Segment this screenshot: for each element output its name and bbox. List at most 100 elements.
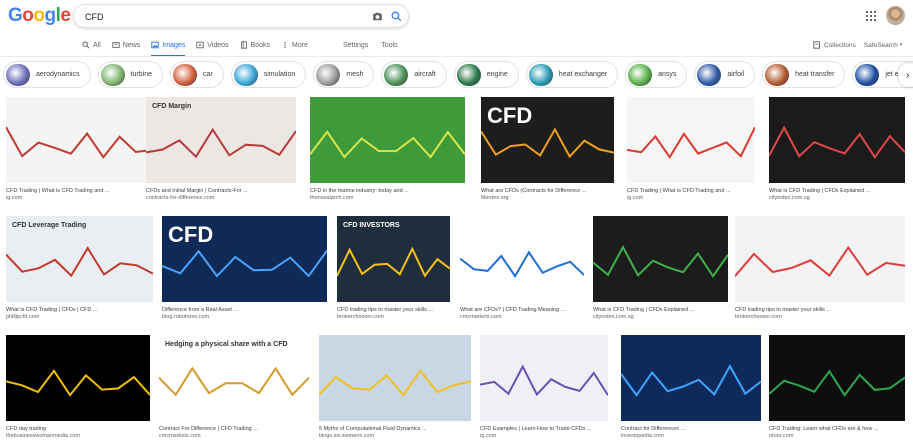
image-result[interactable]: What is CFD Trading | CFDs Explained ...… — [593, 216, 728, 320]
result-source[interactable]: brokerchooser.com — [735, 314, 905, 320]
result-thumbnail[interactable] — [769, 335, 905, 421]
image-result[interactable]: CFD What are CFDs (Contracts for Differen… — [481, 97, 614, 201]
chip-ansys[interactable]: ansys — [625, 61, 688, 88]
settings-link[interactable]: Settings — [343, 37, 368, 53]
image-result[interactable]: CFD INVESTORS CFD trading tips to master … — [337, 216, 450, 320]
result-thumbnail[interactable]: CFD — [481, 97, 614, 183]
chip-car[interactable]: car — [169, 61, 224, 88]
result-source[interactable]: ig.com — [6, 195, 152, 201]
chip-mesh[interactable]: mesh — [313, 61, 375, 88]
chip-heat-exchanger[interactable]: heat exchanger — [525, 61, 619, 88]
result-thumbnail[interactable] — [593, 216, 728, 302]
result-source[interactable]: fibertex.org — [481, 195, 614, 201]
image-result[interactable]: What is CFD Trading | CFDs Explained ...… — [769, 97, 905, 201]
result-source[interactable]: cityindex.com.sg — [593, 314, 728, 320]
chip-aircraft[interactable]: aircraft — [381, 61, 447, 88]
chevron-right-icon[interactable]: › — [898, 63, 913, 87]
result-thumbnail[interactable]: CFD Leverage Trading — [6, 216, 153, 302]
result-title[interactable]: What are CFDs? | CFD Trading Meaning ... — [460, 307, 584, 313]
result-source[interactable]: thebusinesswomanmedia.com — [6, 433, 150, 439]
image-result[interactable]: CFD Margin CFDs and Initial Margin | Cont… — [146, 97, 296, 201]
result-title[interactable]: Contract for Differences ... — [621, 426, 761, 432]
result-thumbnail[interactable] — [460, 216, 584, 302]
result-source[interactable]: ig.com — [627, 195, 755, 201]
image-result[interactable]: CFD Leverage Trading What is CFD Trading … — [6, 216, 153, 320]
result-title[interactable]: CFD Trading | What is CFD Trading and ..… — [6, 188, 152, 194]
result-thumbnail[interactable]: CFD INVESTORS — [337, 216, 450, 302]
image-result[interactable]: Contract for Differences ... investopedia… — [621, 335, 761, 439]
chip-turbine[interactable]: turbine — [97, 61, 163, 88]
image-result[interactable]: CFD Trading | What is CFD Trading and ..… — [6, 97, 152, 201]
image-result[interactable]: What are CFDs? | CFD Trading Meaning ...… — [460, 216, 584, 320]
image-result[interactable]: 5 Myths of Computational Fluid Dynamics … — [319, 335, 471, 439]
chip-aerodynamics[interactable]: aerodynamics — [3, 61, 91, 88]
result-title[interactable]: CFD in the marine industry: today and ..… — [310, 188, 465, 194]
image-result[interactable]: Hedging a physical share with a CFD Contr… — [159, 335, 309, 439]
image-result[interactable]: CFD day trading thebusinesswomanmedia.com — [6, 335, 150, 439]
result-source[interactable]: ig.com — [480, 433, 608, 439]
result-thumbnail[interactable] — [621, 335, 761, 421]
tab-videos[interactable]: Videos — [196, 37, 229, 53]
result-thumbnail[interactable]: CFD — [162, 216, 327, 302]
tab-all[interactable]: All — [82, 37, 101, 53]
search-input[interactable] — [85, 9, 355, 24]
result-source[interactable]: etoro.com — [769, 433, 905, 439]
search-icon[interactable] — [390, 10, 403, 23]
result-source[interactable]: phillipcfd.com — [6, 314, 153, 320]
result-thumbnail[interactable] — [735, 216, 905, 302]
result-source[interactable]: blogs.sw.siemens.com — [319, 433, 471, 439]
tab-images[interactable]: Images — [151, 37, 185, 57]
image-result[interactable]: CFD Trading | What is CFD Trading and ..… — [627, 97, 755, 201]
result-source[interactable]: cmcmarkets.com — [159, 433, 309, 439]
result-thumbnail[interactable] — [480, 335, 608, 421]
result-title[interactable]: Difference from a Real Asset ... — [162, 307, 327, 313]
image-result[interactable]: CFD Examples | Learn How to Trade CFDs .… — [480, 335, 608, 439]
result-title[interactable]: CFD day trading — [6, 426, 150, 432]
apps-grid-icon[interactable] — [866, 11, 876, 21]
image-result[interactable]: CFD Trading: Learn what CFDs are & how .… — [769, 335, 905, 439]
tools-link[interactable]: Tools — [381, 37, 397, 53]
result-thumbnail[interactable] — [6, 97, 152, 183]
result-source[interactable]: cmcmarkets.com — [460, 314, 584, 320]
result-title[interactable]: CFD trading tips to master your skills .… — [337, 307, 450, 313]
result-title[interactable]: What is CFD Trading | CFDs | CFD ... — [6, 307, 153, 313]
image-result[interactable]: CFD in the marine industry: today and ..… — [310, 97, 465, 201]
result-source[interactable]: cityindex.com.sg — [769, 195, 905, 201]
tab-books[interactable]: Books — [240, 37, 270, 53]
collections-link[interactable]: Collections — [813, 37, 856, 53]
result-thumbnail[interactable] — [6, 335, 150, 421]
chip-engine[interactable]: engine — [453, 61, 519, 88]
image-result[interactable]: CFD Difference from a Real Asset ... blog.… — [162, 216, 327, 320]
safesearch-toggle[interactable]: SafeSearch ▾ — [864, 37, 902, 53]
chip-airfoil[interactable]: airfoil — [694, 61, 756, 88]
chip-simulation[interactable]: simulation — [230, 61, 307, 88]
google-logo[interactable]: Google — [8, 5, 71, 27]
result-title[interactable]: 5 Myths of Computational Fluid Dynamics … — [319, 426, 471, 432]
image-result[interactable]: CFD trading tips to master your skills .… — [735, 216, 905, 320]
camera-icon[interactable] — [371, 10, 384, 23]
result-title[interactable]: CFD Trading | What is CFD Trading and ..… — [627, 188, 755, 194]
tab-news[interactable]: News — [112, 37, 140, 53]
result-thumbnail[interactable] — [319, 335, 471, 421]
result-title[interactable]: Contract For Difference | CFD Trading ..… — [159, 426, 309, 432]
result-thumbnail[interactable] — [769, 97, 905, 183]
result-thumbnail[interactable] — [310, 97, 465, 183]
tab-more[interactable]: More — [281, 37, 308, 53]
chip-heat-transfer[interactable]: heat transfer — [762, 61, 846, 88]
result-source[interactable]: contracts-for-difference.com — [146, 195, 296, 201]
result-source[interactable]: investopedia.com — [621, 433, 761, 439]
result-title[interactable]: CFDs and Initial Margin | Contracts-For … — [146, 188, 296, 194]
result-source[interactable]: brokerchooser.com — [337, 314, 450, 320]
avatar[interactable] — [886, 6, 905, 25]
result-source[interactable]: thenavalarch.com — [310, 195, 465, 201]
result-title[interactable]: What is CFD Trading | CFDs Explained ... — [593, 307, 728, 313]
result-title[interactable]: CFD Trading: Learn what CFDs are & how .… — [769, 426, 905, 432]
result-thumbnail[interactable] — [627, 97, 755, 183]
result-title[interactable]: CFD trading tips to master your skills .… — [735, 307, 905, 313]
result-thumbnail[interactable]: CFD Margin — [146, 97, 296, 183]
search-bar[interactable] — [73, 4, 409, 28]
result-thumbnail[interactable]: Hedging a physical share with a CFD — [159, 335, 309, 421]
result-title[interactable]: CFD Examples | Learn How to Trade CFDs .… — [480, 426, 608, 432]
result-source[interactable]: blog.roboforex.com — [162, 314, 327, 320]
result-title[interactable]: What is CFD Trading | CFDs Explained ... — [769, 188, 905, 194]
